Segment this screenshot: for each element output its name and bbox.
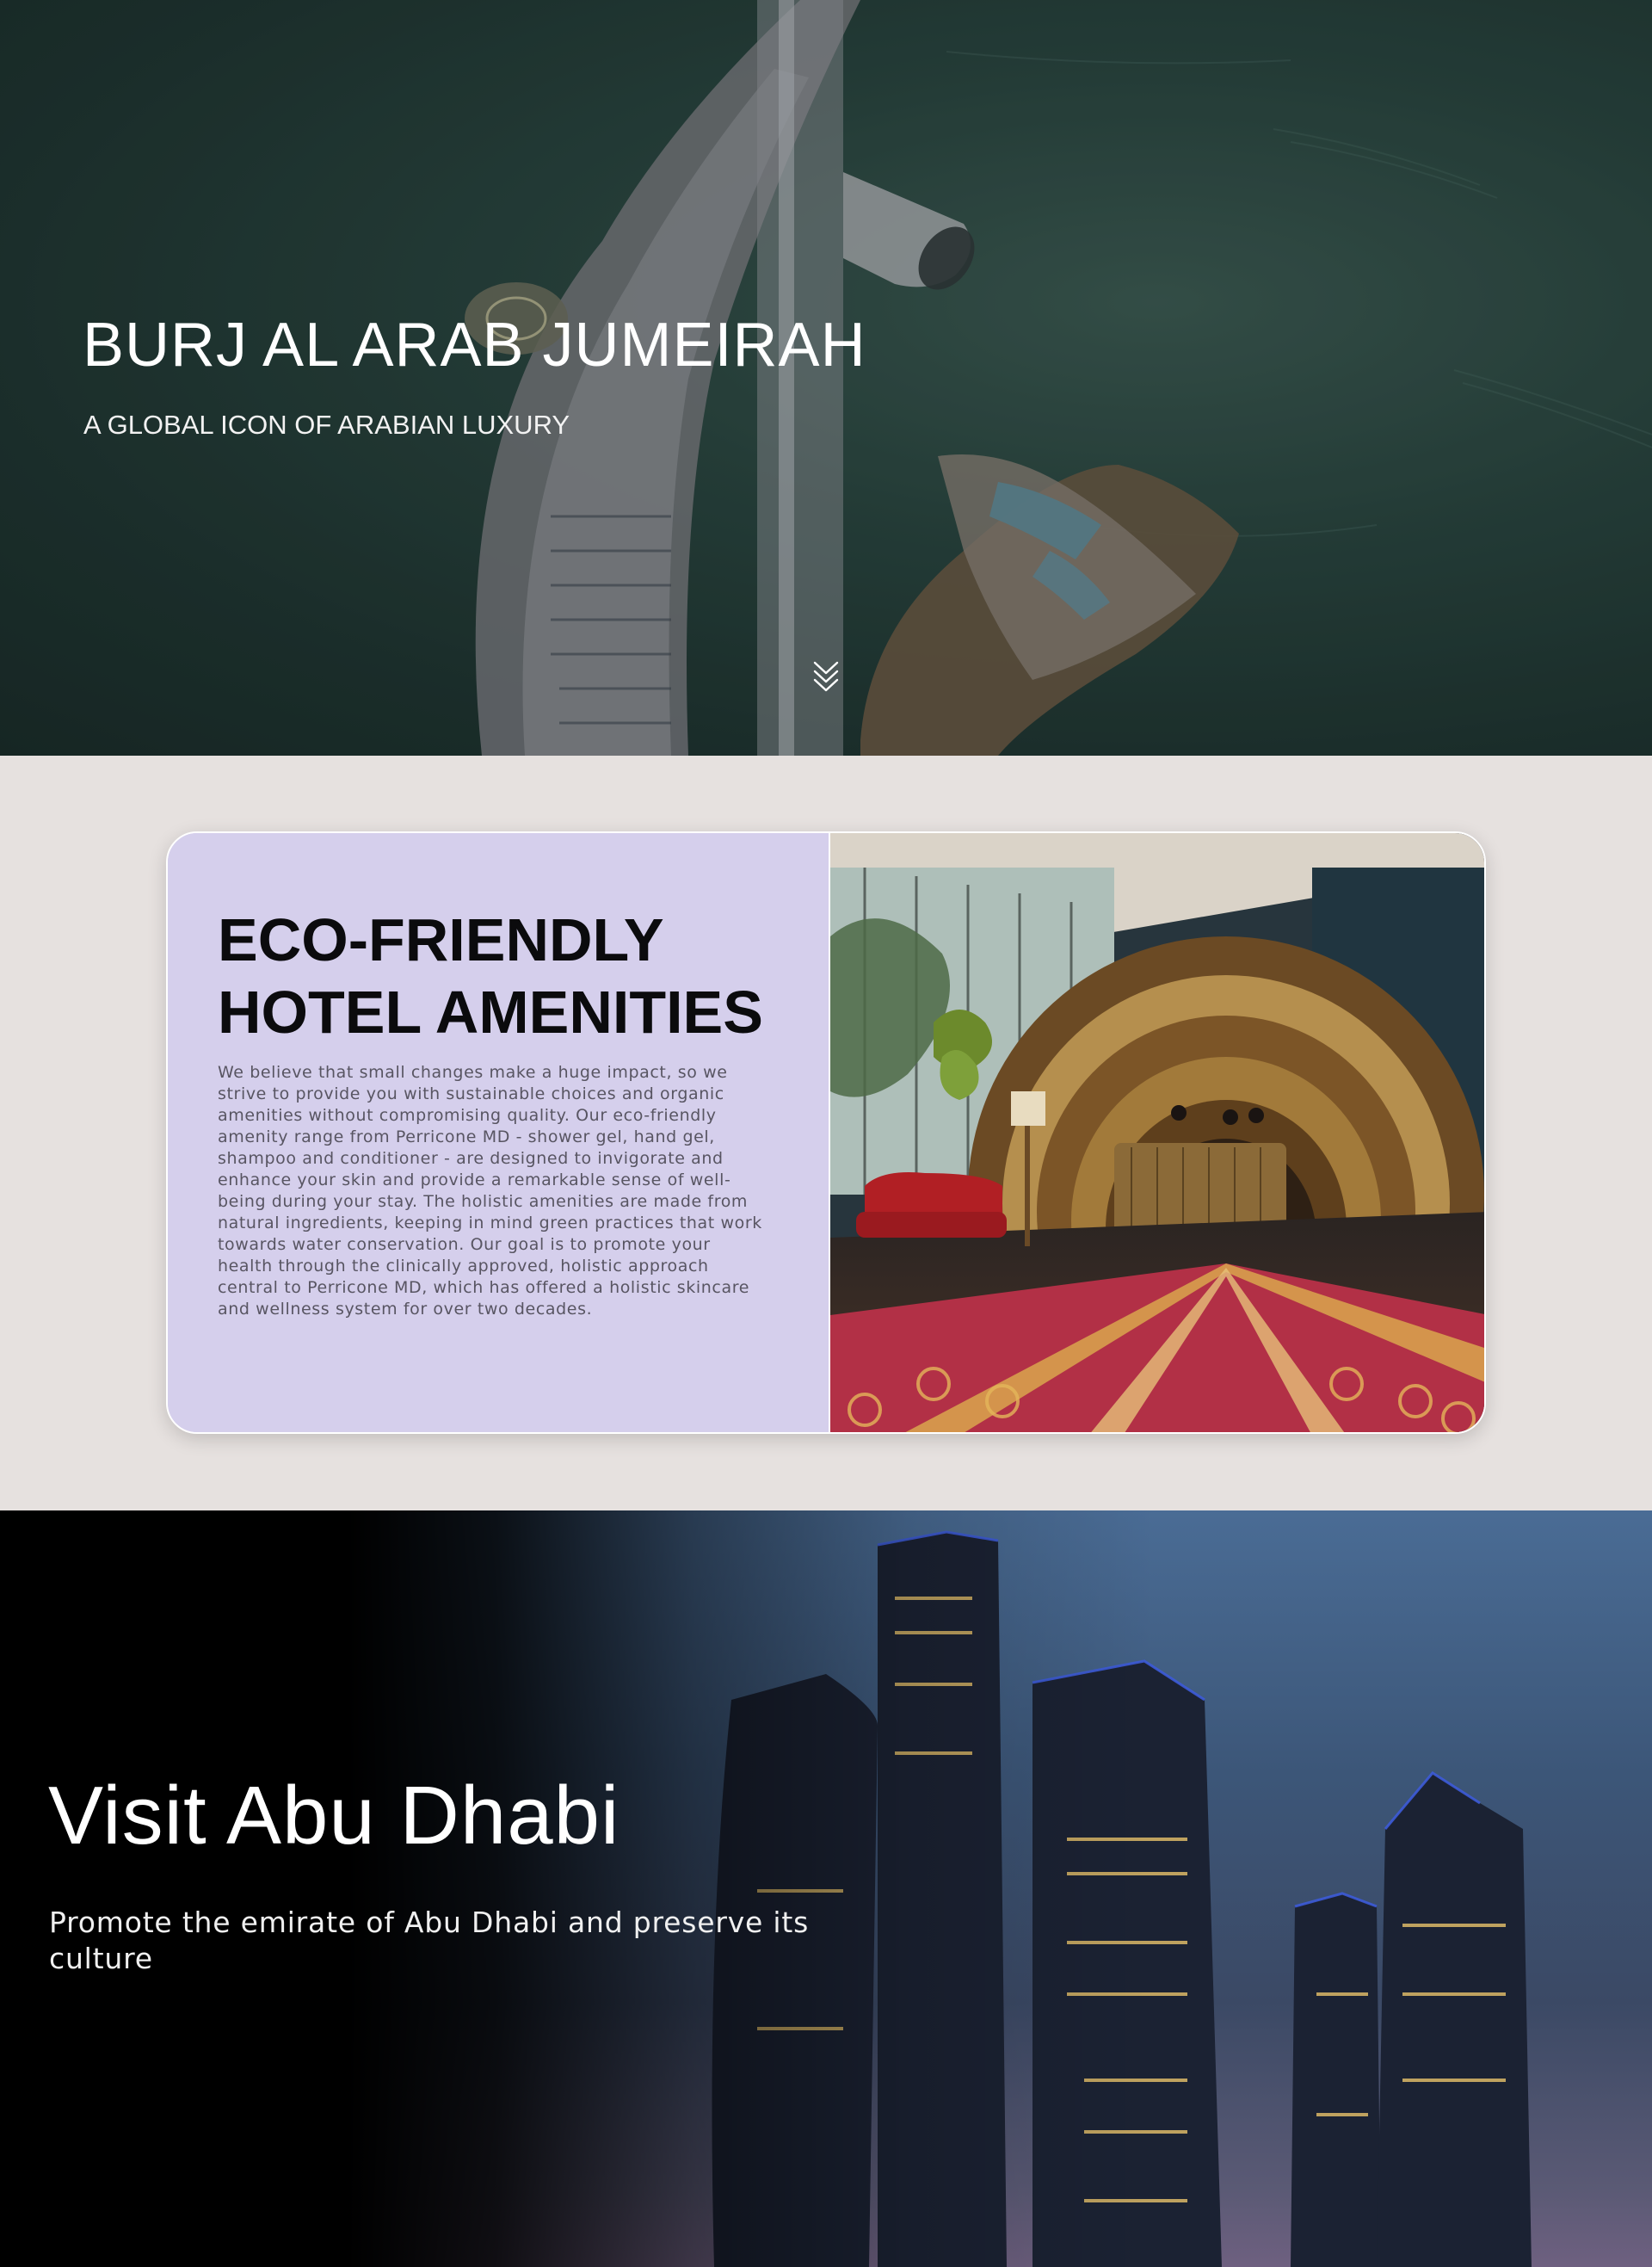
double-chevron-down-icon[interactable]	[811, 658, 841, 694]
hotel-lobby-illustration	[830, 833, 1484, 1432]
amenities-description: We believe that small changes make a hug…	[218, 1063, 762, 1319]
abu-dhabi-title: Visit Abu Dhabi	[48, 1770, 620, 1862]
abu-dhabi-subtitle: Promote the emirate of Abu Dhabi and pre…	[49, 1906, 810, 1975]
hero-subtitle: A GLOBAL ICON OF ARABIAN LUXURY	[83, 410, 570, 440]
abu-dhabi-section: Visit Abu Dhabi Promote the emirate of A…	[0, 1510, 1652, 2267]
hero-title: BURJ AL ARAB JUMEIRAH	[83, 311, 866, 380]
hotel-lobby-image	[829, 833, 1484, 1432]
hero-section: BURJ AL ARAB JUMEIRAH A GLOBAL ICON OF A…	[0, 0, 1652, 756]
amenities-title-line-1: ECO-FRIENDLY	[218, 906, 664, 973]
abu-dhabi-gradient-overlay	[0, 1510, 1652, 2267]
amenities-title-line-2: HOTEL AMENITIES	[218, 979, 763, 1046]
amenities-text-panel: ECO-FRIENDLY HOTEL AMENITIES We believe …	[168, 833, 829, 1432]
amenities-card: ECO-FRIENDLY HOTEL AMENITIES We believe …	[166, 831, 1486, 1434]
amenities-title: ECO-FRIENDLY HOTEL AMENITIES	[218, 904, 803, 1048]
